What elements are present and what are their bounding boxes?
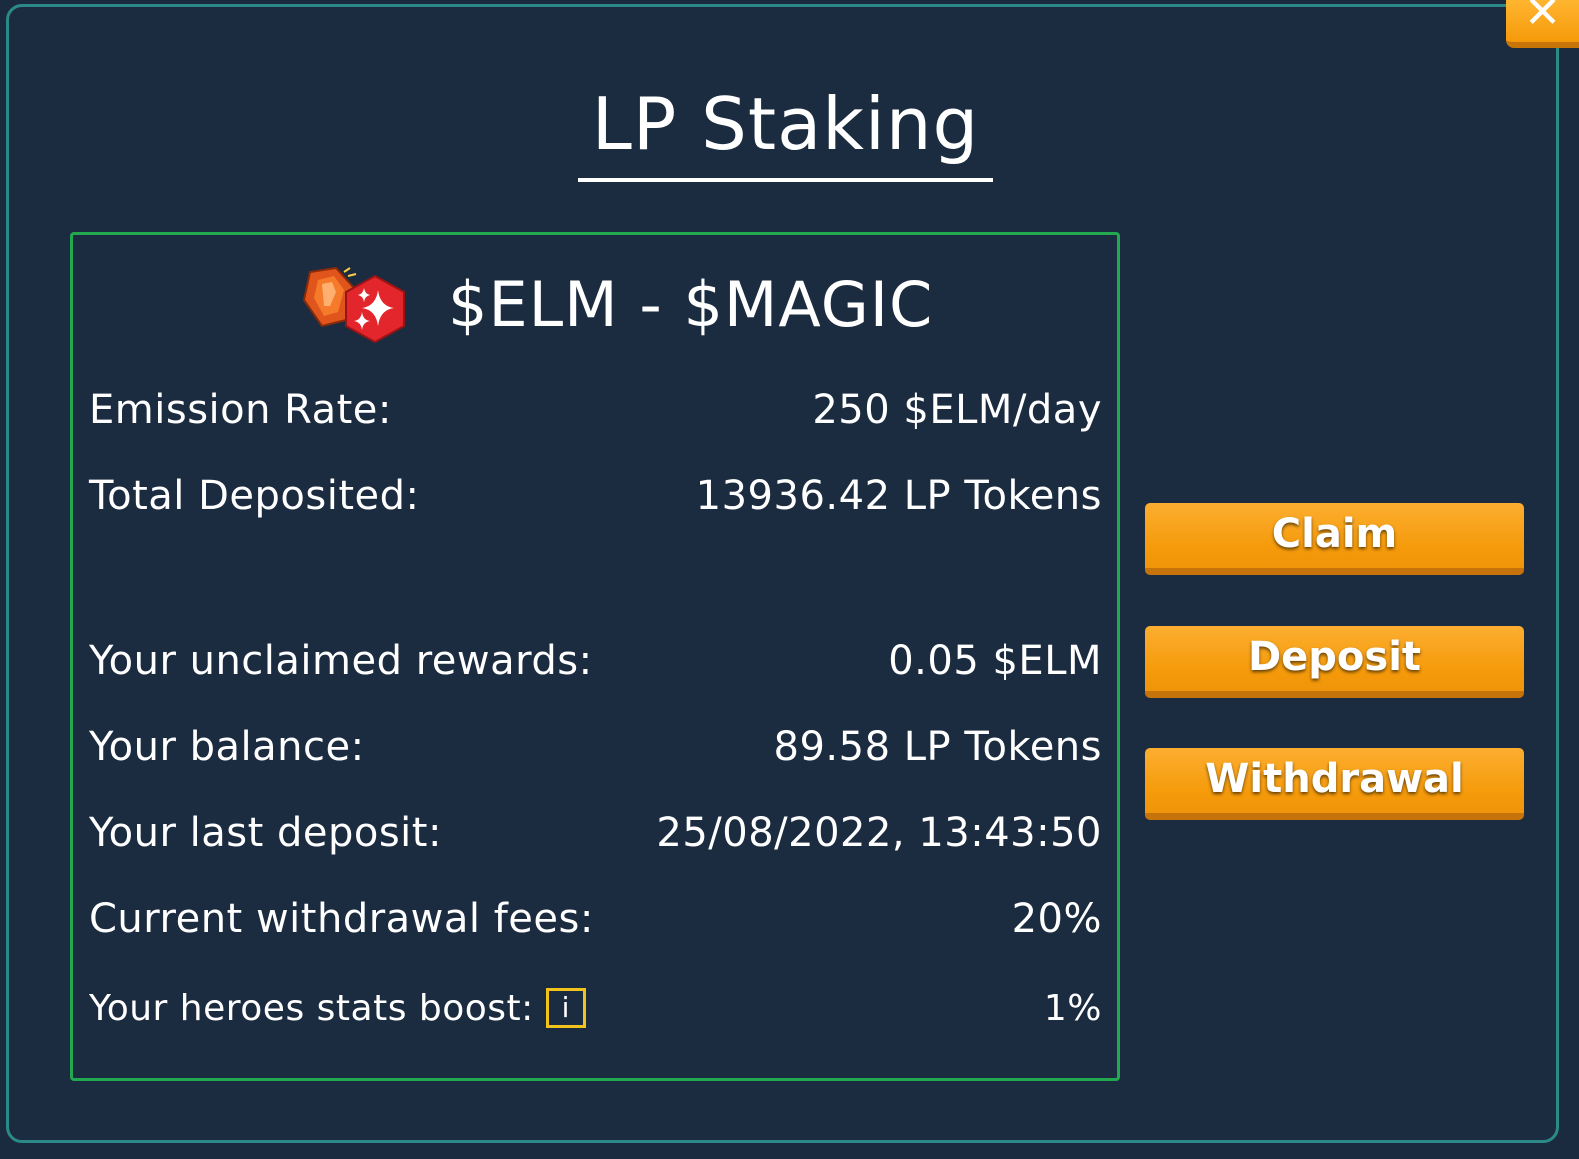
stats-boost-row: Your heroes stats boost: i 1% xyxy=(89,980,1102,1036)
total-deposited-value: 13936.42 LP Tokens xyxy=(695,473,1102,519)
unclaimed-rewards-label: Your unclaimed rewards: xyxy=(89,638,593,684)
unclaimed-rewards-row: Your unclaimed rewards: 0.05 $ELM xyxy=(89,633,1102,689)
close-icon: ✕ xyxy=(1524,0,1561,38)
token-pair-icons xyxy=(298,262,410,346)
withdrawal-fees-value: 20% xyxy=(1011,896,1102,942)
pool-name: $ELM - $MAGIC xyxy=(448,267,934,341)
page-title: LP Staking xyxy=(591,82,980,166)
pool-header: $ELM - $MAGIC xyxy=(298,262,933,346)
emission-rate-value: 250 $ELM/day xyxy=(812,387,1102,433)
info-icon[interactable]: i xyxy=(545,988,586,1028)
withdrawal-fees-label: Current withdrawal fees: xyxy=(89,896,594,942)
emission-rate-row: Emission Rate: 250 $ELM/day xyxy=(89,382,1102,438)
stats-boost-label-wrap: Your heroes stats boost: i xyxy=(89,988,586,1029)
stats-boost-value: 1% xyxy=(1043,987,1102,1029)
claim-button[interactable]: Claim xyxy=(1145,503,1524,575)
balance-label: Your balance: xyxy=(89,724,365,770)
total-deposited-row: Total Deposited: 13936.42 LP Tokens xyxy=(89,468,1102,524)
balance-row: Your balance: 89.58 LP Tokens xyxy=(89,719,1102,775)
withdrawal-fees-row: Current withdrawal fees: 20% xyxy=(89,891,1102,947)
emission-rate-label: Emission Rate: xyxy=(89,387,392,433)
close-button[interactable]: ✕ xyxy=(1506,0,1579,48)
last-deposit-value: 25/08/2022, 13:43:50 xyxy=(656,810,1102,856)
unclaimed-rewards-value: 0.05 $ELM xyxy=(888,638,1102,684)
title-underline xyxy=(578,178,993,182)
deposit-button[interactable]: Deposit xyxy=(1145,626,1524,698)
withdrawal-button[interactable]: Withdrawal xyxy=(1145,748,1524,820)
total-deposited-label: Total Deposited: xyxy=(89,473,420,519)
last-deposit-row: Your last deposit: 25/08/2022, 13:43:50 xyxy=(89,805,1102,861)
balance-value: 89.58 LP Tokens xyxy=(773,724,1102,770)
last-deposit-label: Your last deposit: xyxy=(89,810,442,856)
magic-sparkle-icon xyxy=(345,274,405,344)
stats-boost-label: Your heroes stats boost: xyxy=(89,987,534,1029)
